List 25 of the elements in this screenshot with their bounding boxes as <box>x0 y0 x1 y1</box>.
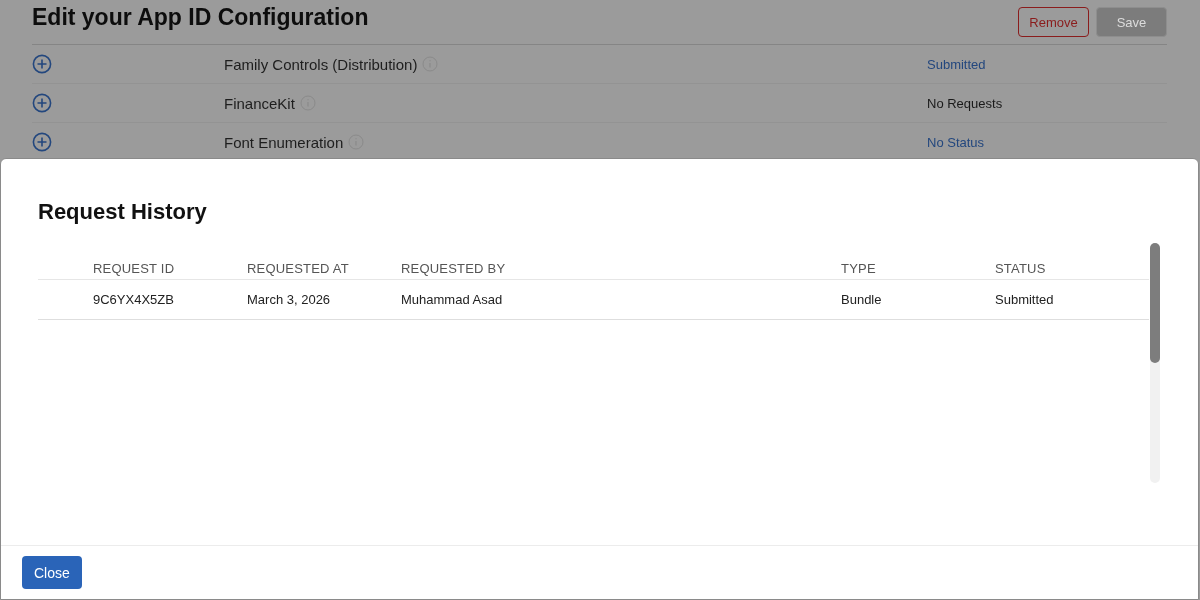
column-header: TYPE <box>841 260 877 276</box>
status-link[interactable]: Submitted <box>927 56 1167 72</box>
column-header: REQUEST ID <box>93 260 176 276</box>
status-link[interactable]: No Status <box>927 134 1167 150</box>
column-header: STATUS <box>995 260 1047 276</box>
capability-name: Family Controls (Distribution) <box>224 55 418 73</box>
page-title: Edit your App ID Configuration <box>32 3 369 31</box>
scrollbar-thumb[interactable] <box>1150 243 1160 363</box>
column-header: REQUESTED BY <box>401 260 507 276</box>
column-header: REQUESTED AT <box>247 260 350 276</box>
plus-circle-icon[interactable] <box>32 93 52 113</box>
table-cell-text: Submitted <box>995 292 1055 307</box>
table-cell-text: 9C6YX4X5ZB <box>93 292 175 307</box>
plus-circle-icon[interactable] <box>32 132 52 152</box>
plus-circle-icon[interactable] <box>32 54 52 74</box>
table-cell-text: Bundle <box>841 292 883 307</box>
table-cell-text: Muhammad Asad <box>401 292 504 307</box>
capability-name: Font Enumeration <box>224 133 344 151</box>
status-text: No Requests <box>927 95 1004 111</box>
table-cell-text: March 3, 2026 <box>247 292 332 307</box>
capability-name: FinanceKit <box>224 94 295 112</box>
dialog-title: Request History <box>38 199 208 225</box>
remove-button[interactable]: Remove <box>1018 7 1089 37</box>
scrollbar-track[interactable] <box>1150 243 1160 483</box>
close-button[interactable]: Close <box>22 556 82 589</box>
